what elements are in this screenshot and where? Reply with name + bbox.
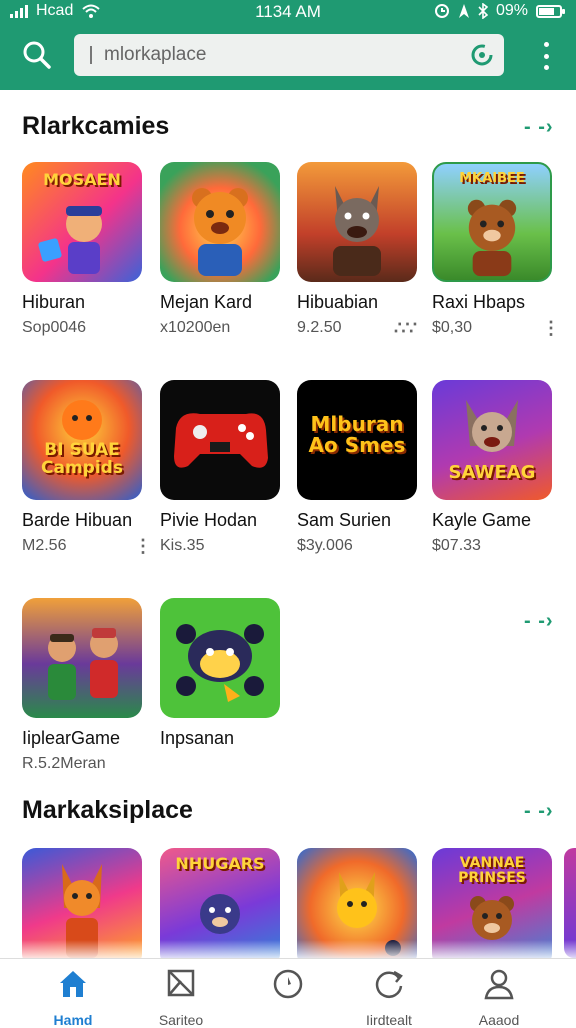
search-placeholder: mlorkaplace (104, 44, 207, 65)
home-icon (60, 971, 86, 997)
app-icon-image (160, 598, 280, 718)
see-all-arrow-icon[interactable]: - -› (524, 610, 554, 633)
wolf-character-icon (333, 186, 381, 276)
app-name: Hibuabian (297, 292, 379, 312)
scroll-fade (0, 940, 576, 960)
see-all-arrow-icon[interactable]: - -› (524, 116, 554, 139)
app-name: Mejan Kard (160, 292, 253, 312)
bear-character-icon (176, 624, 264, 702)
bluetooth-icon (478, 3, 488, 19)
app-price: M2.56 (22, 537, 67, 554)
app-price: Sop0046 (22, 319, 87, 336)
see-all-arrow-icon[interactable]: - -› (524, 800, 554, 823)
app-name: Sam Surien (297, 510, 392, 530)
more-options-icon[interactable] (542, 42, 550, 70)
refresh-icon (375, 970, 403, 998)
bottom-navigation: Hamd Sariteo Iirdtealt Aaaod (0, 958, 576, 1028)
app-name: Kayle Game (432, 510, 532, 530)
app-price: x10200en (160, 319, 231, 336)
bear-character-icon (192, 188, 248, 276)
nav-item-account[interactable]: Aaaod (444, 967, 554, 1028)
app-card[interactable]: Pivie Hodan Kis.35 (160, 380, 290, 555)
person-icon (484, 969, 514, 1000)
app-card[interactable]: BI SUAE Campids Barde Hibuan M2.56 (22, 380, 152, 555)
app-card[interactable]: MKAIBEE Raxi Hbaps $0,30 (432, 162, 562, 337)
app-card[interactable]: IiplearGame R.5.2Meran (22, 598, 152, 773)
status-bar: Hcad 1134 AM 09% (0, 0, 576, 24)
battery-percentage: 09% (495, 2, 528, 19)
battery-icon (536, 4, 565, 18)
app-icon-image: SAWEAG (432, 380, 552, 500)
sun-character-icon (62, 400, 102, 440)
app-price: Kis.35 (160, 537, 205, 554)
more-options-icon[interactable]: ⋮ (134, 536, 152, 557)
icon-title: SAWEAG (448, 462, 536, 483)
nav-label: Iirdtealt (366, 1012, 412, 1028)
gamepad-icon (174, 413, 268, 468)
app-card[interactable]: Mejan Kard x10200en (160, 162, 290, 337)
app-card[interactable]: MOSAEN Hiburan Sop0046 (22, 162, 152, 337)
text-cursor (90, 46, 92, 64)
app-name: Hiburan (22, 292, 86, 312)
app-icon-image (297, 162, 417, 282)
nav-item-updates[interactable]: Iirdtealt (334, 967, 444, 1028)
app-icon-image (22, 598, 142, 718)
app-icon-image: MOSAEN (22, 162, 142, 282)
nav-label: Sariteo (158, 1012, 204, 1028)
app-card[interactable]: Inpsanan (160, 598, 290, 755)
icon-title: Mlburan Ao Smes (308, 412, 406, 457)
search-icon[interactable] (22, 40, 52, 70)
app-name: Inpsanan (160, 728, 235, 748)
app-icon-image: BI SUAE Campids (22, 380, 142, 500)
nav-label: Aaaod (478, 1012, 520, 1028)
app-icon-image (160, 380, 280, 500)
section-title: Rlarkcamies (22, 112, 170, 140)
nav-item-saved[interactable]: Sariteo (126, 967, 236, 1028)
nav-label: Hamd (53, 1012, 93, 1028)
location-icon (458, 4, 469, 18)
app-card[interactable]: SAWEAG Kayle Game $07.33 (432, 380, 562, 555)
app-name: Barde Hibuan (22, 510, 133, 530)
nav-item-explore[interactable] (233, 967, 343, 1012)
character-icon (38, 206, 102, 274)
app-name: Pivie Hodan (160, 510, 258, 530)
app-icon-image: Mlburan Ao Smes (297, 380, 417, 500)
app-price: R.5.2Meran (22, 755, 106, 772)
app-card[interactable]: Mlburan Ao Smes Sam Surien $3y.006 (297, 380, 427, 555)
more-dots-icon[interactable]: ∴∵ (394, 318, 417, 339)
flag-icon (167, 969, 195, 997)
bear-character-icon (467, 199, 517, 277)
app-icon-image: MKAIBEE (432, 162, 552, 282)
search-input[interactable]: mlorkaplace (74, 34, 504, 76)
section-title: Markaksiplace (22, 796, 193, 824)
nav-item-home[interactable]: Hamd (18, 967, 128, 1028)
app-name: Raxi Hbaps (432, 292, 526, 312)
app-header: Hcad 1134 AM 09% mlorkaplace (0, 0, 576, 90)
refresh-search-icon[interactable] (470, 43, 494, 67)
app-price: $3y.006 (297, 537, 353, 554)
alarm-icon (434, 4, 449, 18)
compass-icon (273, 969, 303, 999)
more-options-icon[interactable]: ⋮ (542, 318, 560, 339)
app-price: $07.33 (432, 537, 481, 554)
app-name: IiplearGame (22, 728, 121, 748)
characters-icon (48, 628, 118, 700)
app-card[interactable]: Hibuabian 9.2.50 (297, 162, 427, 337)
app-icon-image (160, 162, 280, 282)
